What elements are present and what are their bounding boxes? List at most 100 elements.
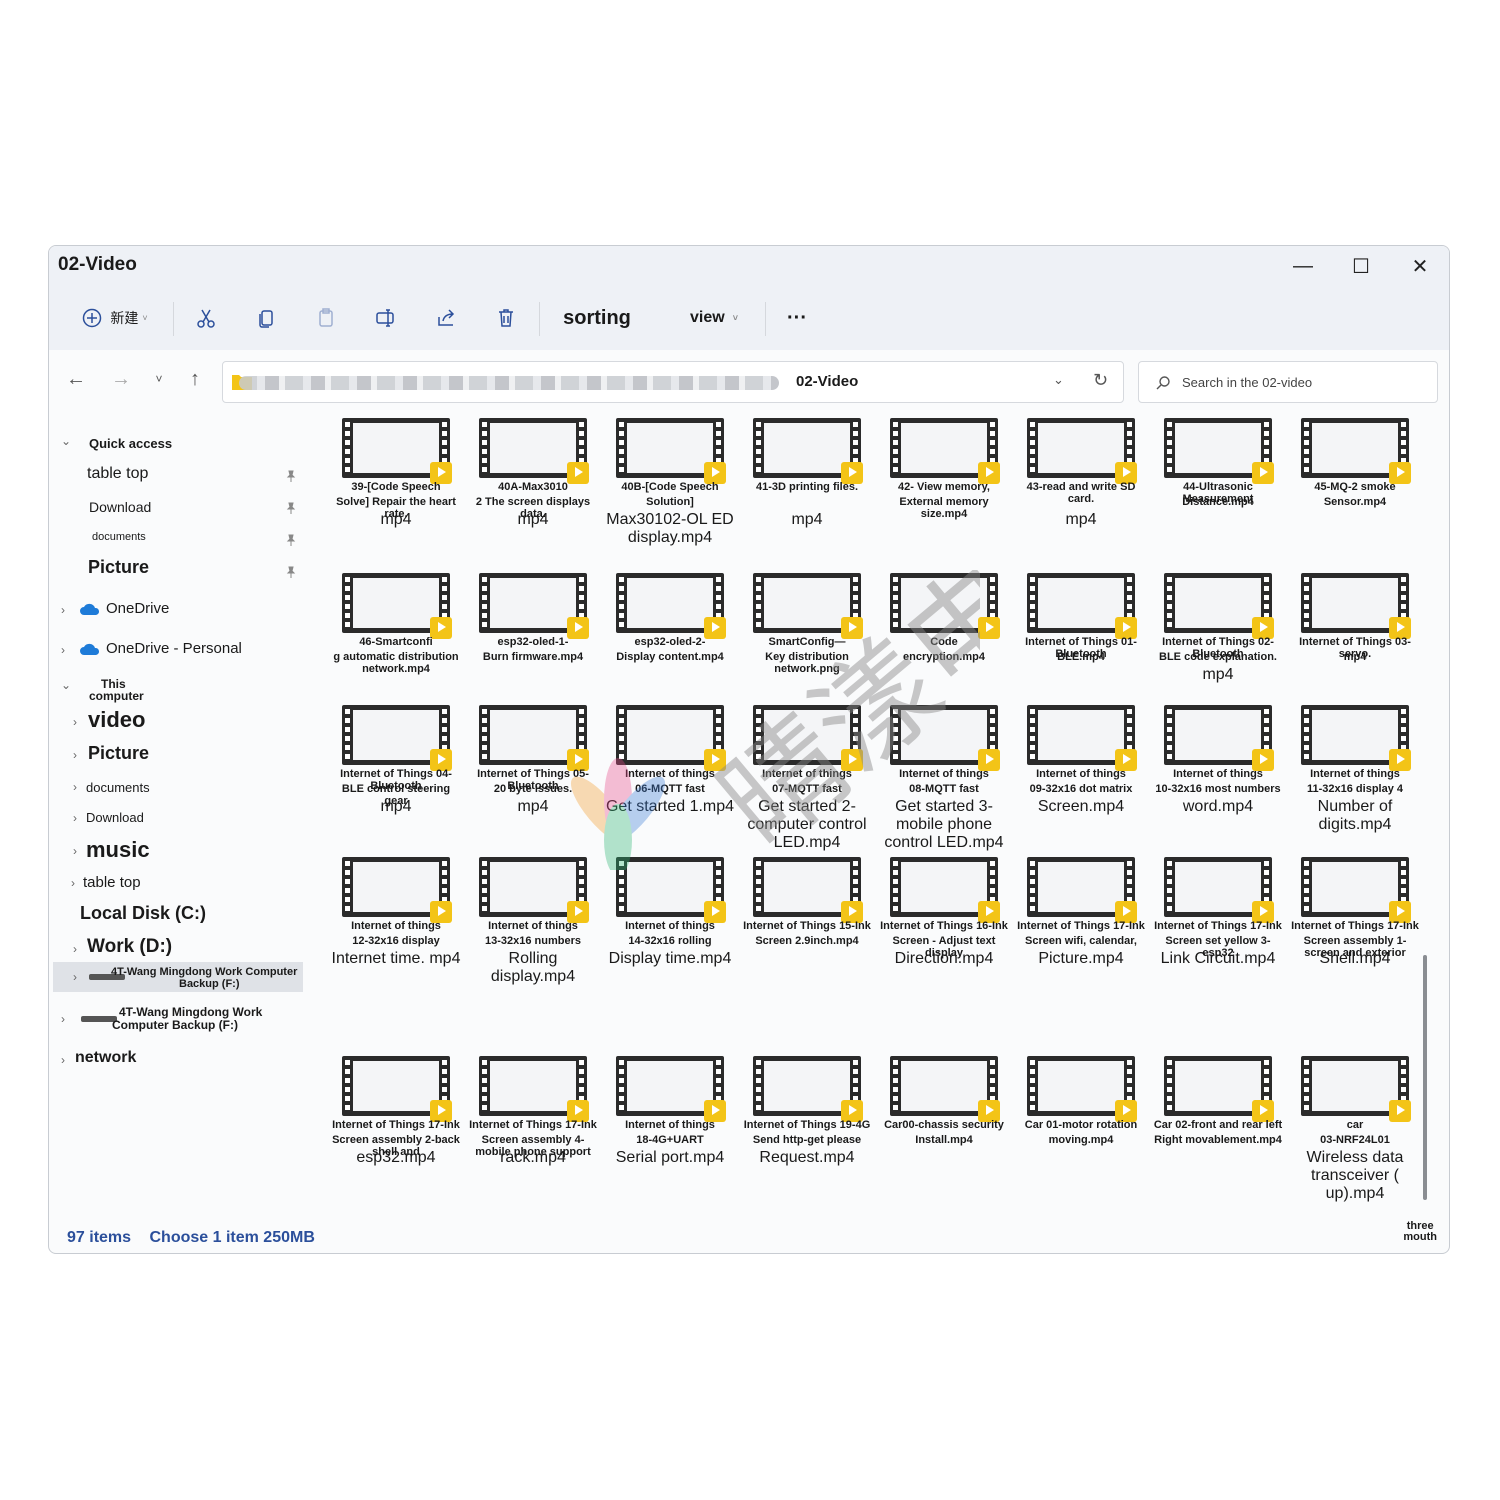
file-tile[interactable]: Internet of Things 03-servo. mp4 [1290,573,1420,693]
file-tile[interactable]: Internet of Things 17-Ink Screen assembly… [331,1056,461,1176]
chevron-right-icon[interactable]: › [73,748,77,762]
chevron-down-icon[interactable]: ⌄ [1053,372,1064,388]
file-tile[interactable]: Car00-chassis security Install.mp4 [879,1056,1009,1176]
share-button[interactable] [429,300,463,336]
nav-onedrive[interactable]: OneDrive [106,600,169,617]
chevron-right-icon[interactable]: › [73,715,77,729]
file-tile[interactable]: Internet of things 13-32x16 numbers Rollin… [468,857,598,985]
breadcrumb-current[interactable]: 02-Video [796,373,858,390]
more-options-button[interactable]: ··· [779,300,815,336]
search-box[interactable]: Search in the 02-video [1138,361,1438,403]
nav-video[interactable]: video [88,707,145,733]
chevron-right-icon[interactable]: › [73,844,77,858]
nav-onedrive-personal[interactable]: OneDrive - Personal [106,640,242,657]
file-name-l1: Internet of Things 17-Ink [1154,920,1282,932]
nav-table-top-pc[interactable]: table top [83,874,141,891]
view-toggle-label[interactable]: three mouth [1403,1221,1437,1243]
cloud-icon [80,643,100,655]
file-tile[interactable]: Internet of Things 15-Ink Screen 2.9inch.… [742,857,872,977]
chevron-right-icon[interactable]: › [61,1012,65,1026]
copy-button[interactable] [249,300,283,336]
chevron-right-icon[interactable]: › [61,1053,65,1067]
rename-button[interactable] [369,300,403,336]
file-tile[interactable]: Internet of Things 19-4G Send http-get pl… [742,1056,872,1176]
back-arrow-icon[interactable]: ← [62,368,90,391]
file-tile[interactable]: car 03-NRF24L01 Wireless data transceiver … [1290,1056,1420,1202]
chevron-right-icon[interactable]: › [73,942,77,956]
cut-button[interactable] [189,300,223,336]
chevron-right-icon[interactable]: › [61,603,65,617]
nav-local-disk[interactable]: Local Disk (C:) [80,903,206,924]
up-arrow-icon[interactable]: ↑ [181,368,209,391]
file-name-l1: Internet of Things 16-Ink [880,920,1008,932]
address-box[interactable]: 02-Video ⌄ ↻ [222,361,1124,403]
scrollbar[interactable] [1423,955,1427,1200]
file-name-l1: 41-3D printing files. [755,481,859,493]
nav-download-pc[interactable]: Download [86,810,144,825]
file-tile[interactable]: 42- View memory, External memory size.mp4 [879,418,1009,538]
file-tile[interactable]: Internet of things 12-32x16 display Intern… [331,857,461,977]
refresh-icon[interactable]: ↻ [1093,370,1108,391]
close-button[interactable]: ✕ [1392,249,1448,283]
chevron-down-icon[interactable]: ⌄ [61,678,71,692]
nav-documents[interactable]: documents [92,531,146,543]
delete-button[interactable] [489,300,523,336]
file-tile[interactable]: Internet of things 18-4G+UART Serial port.… [605,1056,735,1176]
nav-work-disk[interactable]: Work (D:) [87,936,172,958]
paste-button[interactable] [309,300,343,336]
chevron-right-icon[interactable]: › [73,780,77,794]
nav-music[interactable]: music [86,837,150,863]
file-tile[interactable]: Internet of Things 17-Ink Screen set yell… [1153,857,1283,977]
file-tile[interactable]: Internet of things 10-32x16 most numbers w… [1153,705,1283,825]
nav-picture-pc[interactable]: Picture [88,743,149,764]
file-name-l3: Rolling display.mp4 [490,950,576,985]
new-button[interactable]: 新建 ˅ [73,300,157,336]
file-tile[interactable]: Internet of Things 04-Bluetooth BLE contr… [331,705,461,825]
maximize-button[interactable]: ☐ [1333,249,1389,283]
forward-arrow-icon[interactable]: → [107,368,135,391]
nav-picture[interactable]: Picture [88,557,149,578]
minimize-button[interactable]: — [1275,249,1331,283]
file-name-l2: Send http-get please [752,1134,862,1146]
chevron-right-icon[interactable]: › [61,643,65,657]
file-tile[interactable]: Internet of things 11-32x16 display 4 Numb… [1290,705,1420,833]
chevron-right-icon[interactable]: › [73,811,77,825]
nav-documents-pc[interactable]: documents [86,780,150,795]
file-tile[interactable]: 43-read and write SD card. mp4 [1016,418,1146,538]
nav-backup-selected[interactable]: › 4T-Wang Mingdong Work Computer Backup … [53,962,303,992]
nav-network[interactable]: network [75,1049,136,1067]
file-tile[interactable]: 44-Ultrasonic Measurement Distance.mp4 [1153,418,1283,538]
file-tile[interactable]: Internet of Things 16-Ink Screen - Adjust… [879,857,1009,977]
nav-backup[interactable]: 4T-Wang Mingdong Work [119,1005,262,1019]
file-tile[interactable]: 45-MQ-2 smoke Sensor.mp4 [1290,418,1420,538]
file-tile[interactable]: Car 01-motor rotation moving.mp4 [1016,1056,1146,1176]
file-tile[interactable]: Internet of Things 17-Ink Screen assembly… [468,1056,598,1176]
file-tile[interactable]: 41-3D printing files. mp4 [742,418,872,538]
file-name-l1: 39-[Code Speech [351,481,441,493]
file-tile[interactable]: Car 02-front and rear left Right movablem… [1153,1056,1283,1176]
file-tile[interactable]: Internet of things 09-32x16 dot matrix Scr… [1016,705,1146,825]
copy-icon [259,310,273,328]
file-tile[interactable]: Internet of Things 17-Ink Screen wifi, ca… [1016,857,1146,977]
recent-locations-chevron-icon[interactable]: ˅ [145,372,173,386]
search-input[interactable]: Search in the 02-video [1182,375,1312,390]
nav-table-top[interactable]: table top [87,465,148,483]
file-tile[interactable]: 39-[Code Speech Solve] Repair the heart r… [331,418,461,538]
chevron-right-icon[interactable]: › [71,876,75,890]
file-tile[interactable]: Internet of things 14-32x16 rolling Displa… [605,857,735,977]
file-tile[interactable]: 46-Smartconfi g automatic distribution ne… [331,573,461,693]
nav-quick-access[interactable]: Quick access [89,436,172,451]
file-tile[interactable]: 40B-[Code Speech Solution] Max30102-OL ED … [605,418,735,546]
chevron-right-icon[interactable]: › [73,970,77,984]
sort-button[interactable]: sorting [557,300,637,336]
file-name-l1: car [1346,1119,1364,1131]
view-button[interactable]: view ˅ [679,300,749,336]
file-tile[interactable]: Internet of Things 02-Bluetooth BLE code … [1153,573,1283,693]
chevron-down-icon[interactable]: ⌄ [61,434,71,448]
file-name-l2: Solution] [646,496,694,508]
nav-download[interactable]: Download [89,499,151,515]
file-tile[interactable]: 40A-Max3010 2 The screen displays data. mp… [468,418,598,538]
file-tile[interactable]: Internet of Things 01-Bluetooth BLE.mp4 [1016,573,1146,693]
item-count: 97 items [67,1229,132,1246]
file-tile[interactable]: Internet of Things 17-Ink Screen assembly… [1290,857,1420,977]
